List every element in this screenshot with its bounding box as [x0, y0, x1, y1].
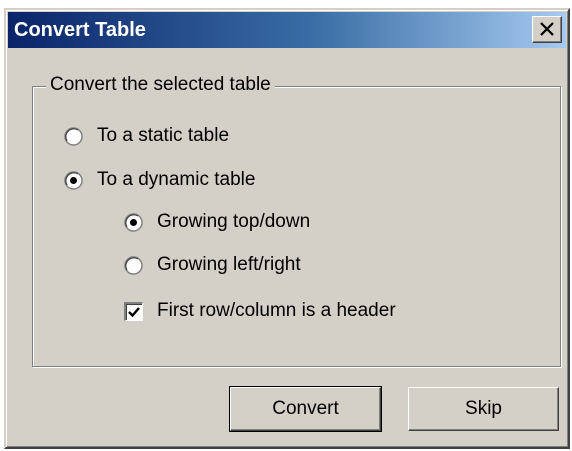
radio-static-label: To a static table	[97, 125, 230, 146]
title-bar[interactable]: Convert Table	[8, 12, 566, 48]
close-button[interactable]	[532, 16, 562, 43]
checkbox-header-label: First row/column is a header	[157, 300, 396, 321]
radio-growing-top-down[interactable]: Growing top/down	[124, 211, 310, 233]
dialog-title: Convert Table	[14, 19, 146, 41]
radio-growing-left-right[interactable]: Growing left/right	[124, 254, 301, 276]
radio-selected-icon[interactable]	[124, 212, 143, 232]
radio-dynamic-table[interactable]: To a dynamic table	[64, 169, 255, 191]
radio-selected-icon[interactable]	[64, 170, 83, 190]
radio-dynamic-label: To a dynamic table	[97, 169, 256, 190]
group-label: Convert the selected table	[46, 74, 275, 96]
convert-table-dialog: Convert Table Convert the selected table…	[4, 8, 570, 449]
radio-growing-top-down-label: Growing top/down	[157, 211, 311, 232]
radio-growing-left-right-label: Growing left/right	[157, 254, 301, 275]
radio-unselected-icon[interactable]	[64, 126, 83, 146]
radio-unselected-icon[interactable]	[124, 255, 143, 275]
radio-static-table[interactable]: To a static table	[64, 125, 229, 147]
checkbox-checked-icon[interactable]	[124, 301, 143, 321]
convert-button[interactable]: Convert	[229, 386, 382, 432]
checkbox-header[interactable]: First row/column is a header	[124, 300, 396, 322]
close-icon	[540, 22, 554, 36]
skip-button[interactable]: Skip	[408, 387, 559, 431]
